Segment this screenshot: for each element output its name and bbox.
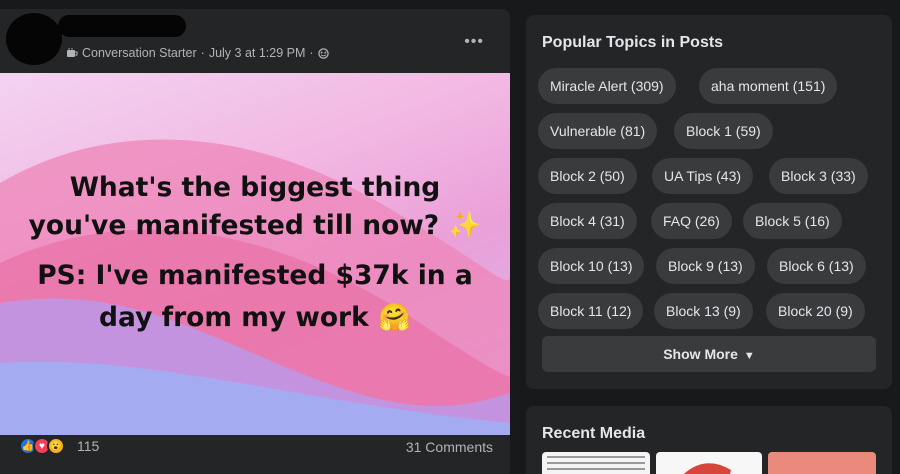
post-timestamp[interactable]: July 3 at 1:29 PM <box>209 46 306 60</box>
popular-topics-title: Popular Topics in Posts <box>542 34 724 51</box>
question-line-2: you've manifested till now? <box>28 210 440 241</box>
media-thumbnail[interactable] <box>656 452 762 474</box>
recent-media-panel: Recent Media <box>526 406 892 474</box>
recent-media-title: Recent Media <box>542 425 646 442</box>
topic-chip[interactable]: Block 5 (16) <box>743 203 842 239</box>
ps-line-1: PS: I've manifested $37k in a <box>37 260 473 291</box>
chevron-down-icon: ▼ <box>743 350 755 362</box>
post-options-button[interactable]: ••• <box>464 33 484 51</box>
topic-chip[interactable]: Block 10 (13) <box>538 248 645 284</box>
topic-chip[interactable]: Block 1 (59) <box>674 113 773 149</box>
topic-chip[interactable]: Vulnerable (81) <box>538 113 658 149</box>
show-more-button[interactable]: Show More ▼ <box>542 336 876 372</box>
post-image[interactable]: What's the biggest thing you've manifest… <box>0 73 510 435</box>
post-image-ps: PS: I've manifested $37k in a day from m… <box>0 255 510 339</box>
group-badge-label[interactable]: Conversation Starter <box>82 46 197 60</box>
topic-chip[interactable]: Block 20 (9) <box>766 293 865 329</box>
topic-chip[interactable]: Block 9 (13) <box>656 248 755 284</box>
topic-chip[interactable]: Miracle Alert (309) <box>538 68 676 104</box>
popular-topics-panel: Popular Topics in Posts Miracle Alert (3… <box>526 15 892 389</box>
topic-chip[interactable]: UA Tips (43) <box>652 158 754 194</box>
topic-chip[interactable]: Block 11 (12) <box>538 293 644 329</box>
meta-separator-2: · <box>309 46 314 60</box>
topic-chip[interactable]: Block 4 (31) <box>538 203 637 239</box>
wow-reaction-icon: 😮 <box>47 437 65 455</box>
reactions-summary[interactable]: 👍 ♥ 😮 115 <box>19 437 99 455</box>
topic-chip[interactable]: Block 13 (9) <box>654 293 753 329</box>
redacted-avatar <box>6 13 62 65</box>
post-card: Conversation Starter · July 3 at 1:29 PM… <box>0 9 510 474</box>
ps-line-2: day from my work <box>99 302 369 333</box>
conversation-starter-icon <box>67 48 78 57</box>
topic-chip[interactable]: Block 6 (13) <box>767 248 866 284</box>
topic-chip[interactable]: Block 3 (33) <box>769 158 868 194</box>
media-thumbnail[interactable] <box>768 452 876 474</box>
gradient-waves-background <box>0 139 510 435</box>
sparkles-emoji: ✨ <box>448 210 482 241</box>
topic-chip[interactable]: FAQ (26) <box>651 203 732 239</box>
reaction-count[interactable]: 115 <box>77 438 99 454</box>
hugging-emoji: 🤗 <box>377 302 411 333</box>
question-line-1: What's the biggest thing <box>69 172 441 203</box>
comments-count-link[interactable]: 31 Comments <box>406 439 493 455</box>
media-thumbnail[interactable] <box>542 452 650 474</box>
topic-chip[interactable]: Block 2 (50) <box>538 158 637 194</box>
post-meta: Conversation Starter · July 3 at 1:29 PM… <box>66 46 329 60</box>
topic-chip[interactable]: aha moment (151) <box>699 68 838 104</box>
post-image-question: What's the biggest thing you've manifest… <box>0 169 510 245</box>
group-privacy-icon <box>317 47 329 59</box>
meta-separator: · <box>200 46 205 60</box>
umbrella-image <box>683 463 731 474</box>
show-more-label: Show More <box>663 346 738 362</box>
redacted-author-name <box>58 15 186 37</box>
